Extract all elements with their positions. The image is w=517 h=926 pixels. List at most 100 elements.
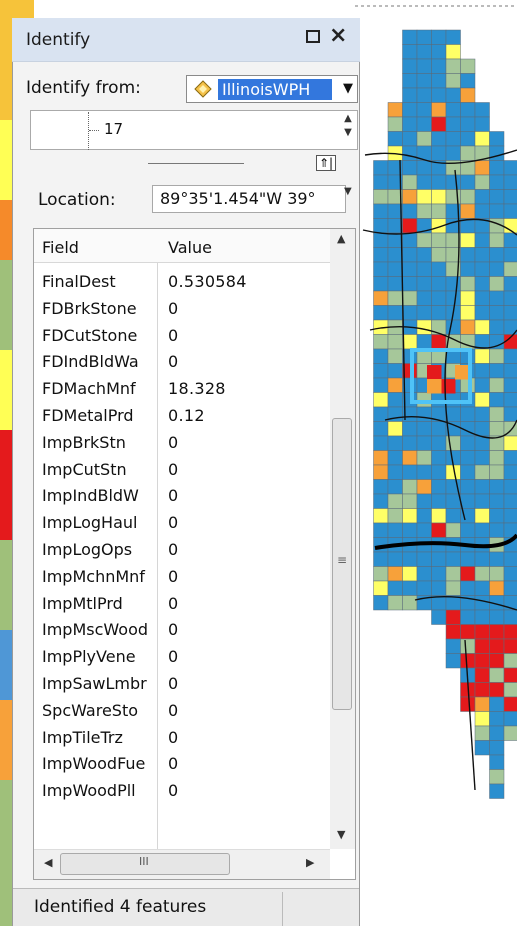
- table-row[interactable]: ImpMtlPrd 0: [34, 594, 330, 620]
- table-row[interactable]: ImpMscWood 0: [34, 620, 330, 646]
- pane-splitter[interactable]: [30, 150, 358, 178]
- scroll-left-icon[interactable]: ◀: [44, 856, 52, 869]
- table-row[interactable]: ImpPlyVene 0: [34, 647, 330, 673]
- map-cell: [489, 363, 505, 379]
- table-row[interactable]: FDMachMnf 18.328: [34, 379, 330, 405]
- map-cell: [416, 276, 432, 292]
- map-cell: [387, 247, 403, 263]
- map-cell: [431, 392, 447, 408]
- table-row[interactable]: ImpMchnMnf 0: [34, 567, 330, 593]
- field-value: 0.12: [168, 406, 205, 425]
- map-cell: [503, 653, 517, 669]
- scroll-up-icon[interactable]: ▲: [337, 232, 345, 245]
- map-cell: [474, 421, 490, 437]
- map-cell: [373, 348, 389, 364]
- table-row[interactable]: ImpBrkStn 0: [34, 433, 330, 459]
- map-cell: [387, 493, 403, 509]
- map-cell: [474, 464, 490, 480]
- table-row[interactable]: FDIndBldWa 0: [34, 352, 330, 378]
- feature-tree[interactable]: [30, 110, 358, 150]
- selected-layer-name[interactable]: IllinoisWPH: [218, 79, 332, 100]
- location-field[interactable]: 89°35'1.454"W 39°: [152, 185, 346, 213]
- map-cell: [387, 580, 403, 596]
- map-cell: [503, 450, 517, 466]
- location-label: Location:: [38, 190, 116, 210]
- map-cell: [503, 363, 517, 379]
- map-cell: [503, 682, 517, 698]
- table-row[interactable]: ImpLogOps 0: [34, 540, 330, 566]
- map-cell: [445, 508, 461, 524]
- scroll-down-icon[interactable]: ▼: [337, 828, 345, 841]
- map-cell: [474, 406, 490, 422]
- map-cell: [402, 232, 418, 248]
- map-cell: [445, 522, 461, 538]
- field-name: ImpMchnMnf: [42, 566, 145, 586]
- map-cell: [431, 131, 447, 147]
- column-header-field[interactable]: Field: [42, 238, 79, 257]
- tree-scrollbar[interactable]: ▲ ▼: [340, 112, 356, 148]
- map-cell: [503, 638, 517, 654]
- map-cell: [373, 334, 389, 350]
- map-cell: [489, 624, 505, 640]
- table-row[interactable]: FDCutStone 0: [34, 326, 330, 352]
- map-cell: [460, 116, 476, 132]
- table-row[interactable]: ImpLogHaul 0: [34, 513, 330, 539]
- map-cell: [431, 464, 447, 480]
- map-cell: [460, 145, 476, 161]
- map-cell: [474, 377, 490, 393]
- map-cell: [460, 276, 476, 292]
- map-cell: [416, 479, 432, 495]
- maximize-icon[interactable]: [306, 30, 320, 43]
- map-cell: [474, 508, 490, 524]
- map-cell: [474, 609, 490, 625]
- map-cell: [387, 276, 403, 292]
- map-cell: [503, 609, 517, 625]
- map-cell: [416, 58, 432, 74]
- scroll-down-icon[interactable]: ▼: [340, 126, 356, 140]
- map-cell: [402, 522, 418, 538]
- map-cell: [489, 174, 505, 190]
- splitter-buttons[interactable]: ⇑|: [316, 155, 337, 171]
- map-cell: [416, 580, 432, 596]
- table-row[interactable]: ImpIndBldW 0: [34, 486, 330, 512]
- field-name: FDIndBldWa: [42, 352, 139, 372]
- map-cell: [445, 174, 461, 190]
- map-canvas[interactable]: [355, 0, 517, 926]
- map-cell: [416, 131, 432, 147]
- map-cell: [474, 624, 490, 640]
- table-row[interactable]: SpcWareSto 0: [34, 701, 330, 727]
- location-dropdown-icon[interactable]: ▼: [344, 186, 352, 197]
- table-row[interactable]: FDMetalPrd 0.12: [34, 406, 330, 432]
- map-cell: [489, 392, 505, 408]
- map-cell: [503, 566, 517, 582]
- map-cell: [460, 392, 476, 408]
- map-cell: [373, 522, 389, 538]
- field-name: ImpTileTrz: [42, 727, 123, 747]
- map-cell: [474, 363, 490, 379]
- chevron-down-icon[interactable]: ▼: [338, 75, 358, 103]
- map-cell: [387, 131, 403, 147]
- close-icon[interactable]: ×: [329, 24, 347, 48]
- map-cell: [431, 29, 447, 45]
- tree-item[interactable]: 17: [104, 120, 123, 138]
- table-row[interactable]: ImpWoodPll 0: [34, 781, 330, 807]
- table-row[interactable]: ImpSawLmbr 0: [34, 674, 330, 700]
- field-value: 0: [168, 325, 179, 345]
- map-cell: [373, 290, 389, 306]
- map-cell: [489, 348, 505, 364]
- column-header-value[interactable]: Value: [168, 238, 212, 257]
- table-row[interactable]: ImpTileTrz 0: [34, 728, 330, 754]
- map-cell: [503, 493, 517, 509]
- map-cell: [431, 334, 447, 350]
- map-cell: [402, 595, 418, 611]
- table-row[interactable]: ImpCutStn 0: [34, 460, 330, 486]
- table-row[interactable]: FinalDest 0.530584: [34, 272, 330, 298]
- table-row[interactable]: FDBrkStone 0: [34, 299, 330, 325]
- scroll-up-icon[interactable]: ▲: [340, 112, 356, 126]
- table-row[interactable]: ImpWoodFue 0: [34, 754, 330, 780]
- map-cell: [460, 377, 476, 393]
- map-cell: [402, 479, 418, 495]
- map-cell: [489, 653, 505, 669]
- scroll-right-icon[interactable]: ▶: [306, 856, 314, 869]
- map-cell: [489, 305, 505, 321]
